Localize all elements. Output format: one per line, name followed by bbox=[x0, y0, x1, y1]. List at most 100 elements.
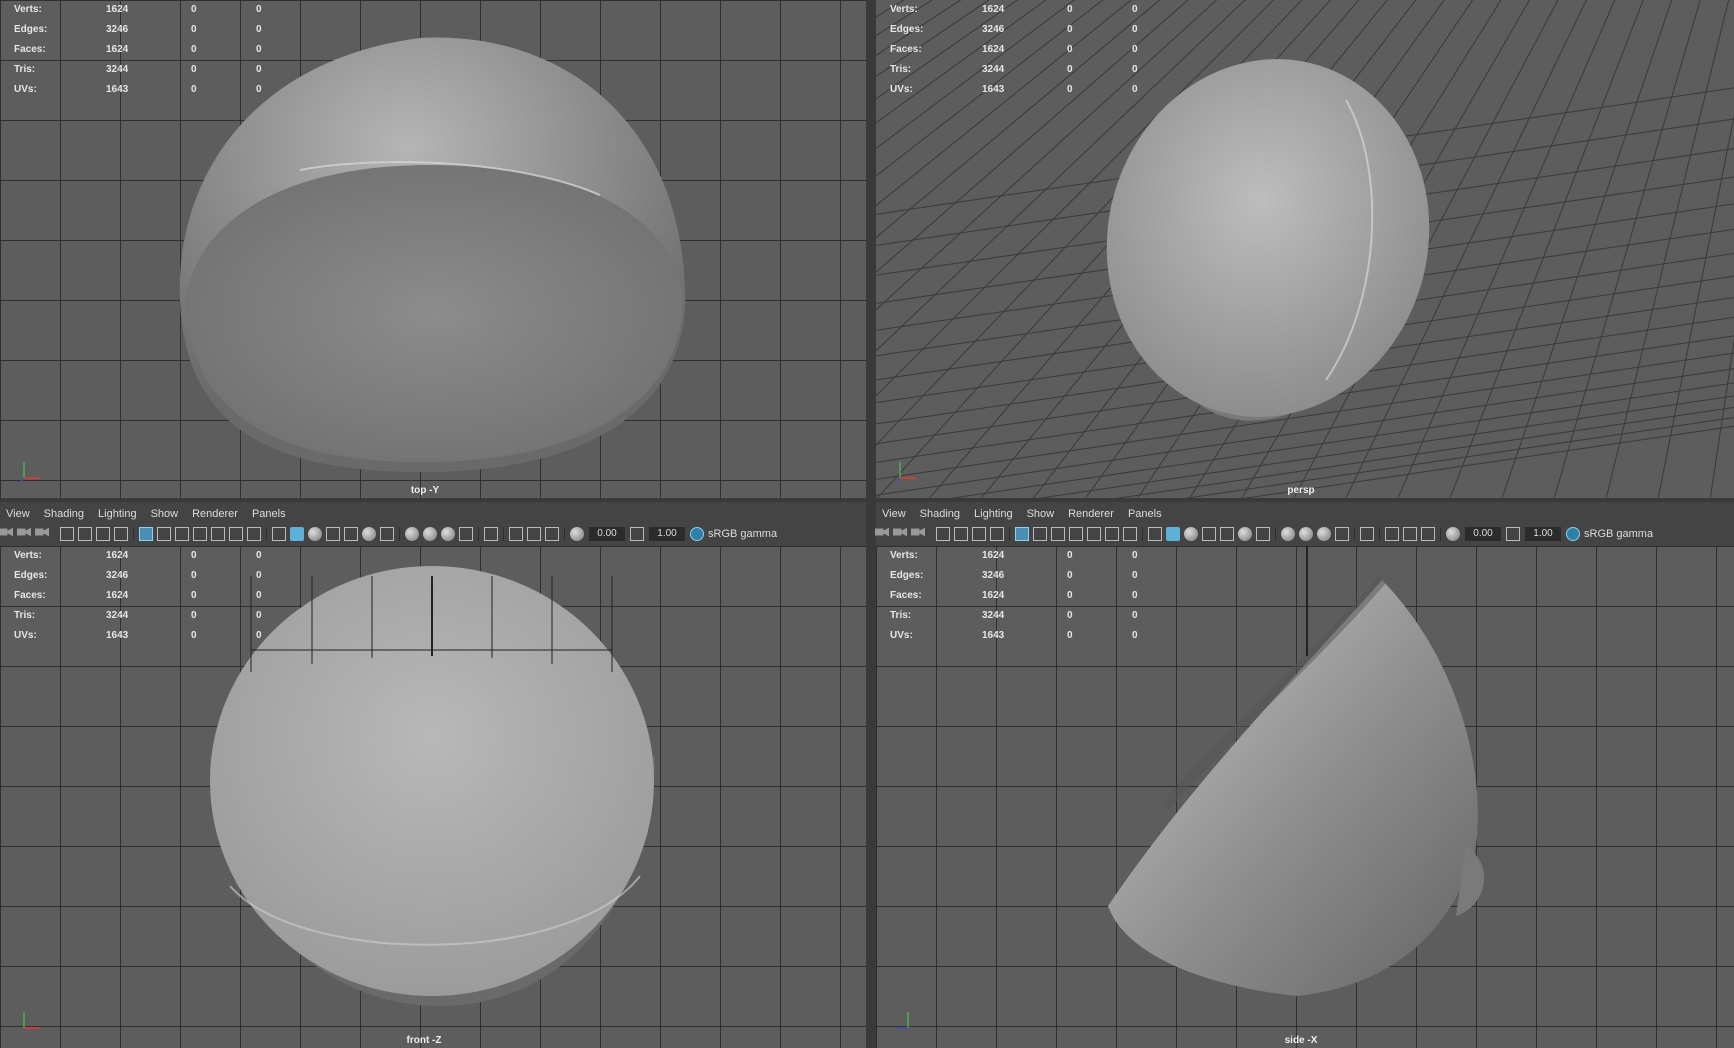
xray-joints-icon[interactable] bbox=[1421, 527, 1435, 541]
default-material-icon[interactable] bbox=[1184, 527, 1198, 541]
menu-lighting[interactable]: Lighting bbox=[98, 508, 137, 520]
toolbar-separator bbox=[133, 527, 134, 541]
viewport-divider-vertical[interactable] bbox=[866, 0, 876, 1048]
gamma-icon[interactable] bbox=[1506, 527, 1520, 541]
grid-toggle-icon[interactable] bbox=[1015, 527, 1029, 541]
screen-space-ao-icon[interactable] bbox=[405, 527, 419, 541]
grease-pencil-icon[interactable] bbox=[114, 527, 128, 541]
hud-value: 3246 bbox=[106, 570, 129, 581]
smooth-shade-icon[interactable] bbox=[1166, 527, 1180, 541]
hud-row-verts: Verts: 1624 0 0 bbox=[890, 546, 1162, 566]
shadows-icon[interactable] bbox=[1256, 527, 1270, 541]
menu-panels[interactable]: Panels bbox=[1128, 508, 1162, 520]
menu-renderer[interactable]: Renderer bbox=[192, 508, 238, 520]
select-camera-icon[interactable] bbox=[0, 527, 13, 537]
toolbar-separator bbox=[1379, 527, 1380, 541]
menu-panels[interactable]: Panels bbox=[252, 508, 286, 520]
depth-of-field-icon[interactable] bbox=[459, 527, 473, 541]
select-camera-icon[interactable] bbox=[875, 527, 889, 537]
resolution-gate-icon[interactable] bbox=[175, 527, 189, 541]
shadows-icon[interactable] bbox=[380, 527, 394, 541]
xray-icon[interactable] bbox=[509, 527, 523, 541]
hud-label: Verts: bbox=[14, 4, 42, 15]
viewport-divider-horizontal[interactable] bbox=[0, 498, 1734, 502]
gamma-field[interactable]: 1.00 bbox=[1525, 527, 1561, 541]
safe-action-icon[interactable] bbox=[1105, 527, 1119, 541]
menu-renderer[interactable]: Renderer bbox=[1068, 508, 1114, 520]
motion-blur-icon[interactable] bbox=[1299, 527, 1313, 541]
camera-attributes-icon[interactable] bbox=[35, 527, 49, 537]
xray-active-components-icon[interactable] bbox=[1403, 527, 1417, 541]
xray-active-components-icon[interactable] bbox=[527, 527, 541, 541]
textured-icon[interactable] bbox=[1220, 527, 1234, 541]
image-plane-icon[interactable] bbox=[78, 527, 92, 541]
wireframe-on-shaded-icon[interactable] bbox=[326, 527, 340, 541]
xray-joints-icon[interactable] bbox=[545, 527, 559, 541]
grease-pencil-icon[interactable] bbox=[990, 527, 1004, 541]
screen-space-ao-icon[interactable] bbox=[1281, 527, 1295, 541]
motion-blur-icon[interactable] bbox=[423, 527, 437, 541]
wireframe-icon[interactable] bbox=[1148, 527, 1162, 541]
viewport-persp[interactable]: Verts: 1624 0 0 Edges: 3246 0 0 Faces: 1624 0 0 T… bbox=[876, 0, 1734, 498]
view-transform-dropdown[interactable]: sRGB gamma bbox=[708, 528, 777, 540]
xray-icon[interactable] bbox=[1385, 527, 1399, 541]
hud-value: 0 bbox=[256, 84, 262, 95]
menu-view[interactable]: View bbox=[6, 508, 30, 520]
anti-aliasing-icon[interactable] bbox=[441, 527, 455, 541]
image-plane-icon[interactable] bbox=[954, 527, 968, 541]
viewport-side[interactable]: Verts: 1624 0 0 Edges: 3246 0 0 Faces: 1624 0 0 T… bbox=[876, 546, 1734, 1048]
field-chart-icon[interactable] bbox=[1087, 527, 1101, 541]
safe-action-icon[interactable] bbox=[229, 527, 243, 541]
textured-icon[interactable] bbox=[344, 527, 358, 541]
film-gate-icon[interactable] bbox=[1033, 527, 1047, 541]
bookmark-icon[interactable] bbox=[60, 527, 74, 541]
lock-camera-icon[interactable] bbox=[893, 527, 907, 537]
lock-camera-icon[interactable] bbox=[17, 527, 31, 537]
safe-title-icon[interactable] bbox=[1123, 527, 1137, 541]
default-material-icon[interactable] bbox=[308, 527, 322, 541]
exposure-field[interactable]: 0.00 bbox=[1465, 527, 1501, 541]
hud-value: 0 bbox=[1132, 24, 1138, 35]
hud-value: 1643 bbox=[106, 84, 129, 95]
camera-attributes-icon[interactable] bbox=[911, 527, 925, 537]
menu-show[interactable]: Show bbox=[1027, 508, 1055, 520]
two-d-pan-zoom-icon[interactable] bbox=[96, 527, 110, 541]
wireframe-icon[interactable] bbox=[272, 527, 286, 541]
exposure-icon[interactable] bbox=[570, 527, 584, 541]
menu-show[interactable]: Show bbox=[151, 508, 179, 520]
gate-mask-icon[interactable] bbox=[193, 527, 207, 541]
hud-value: 0 bbox=[1132, 4, 1138, 15]
bookmark-icon[interactable] bbox=[936, 527, 950, 541]
gamma-field[interactable]: 1.00 bbox=[649, 527, 685, 541]
safe-title-icon[interactable] bbox=[247, 527, 261, 541]
grid-toggle-icon[interactable] bbox=[139, 527, 153, 541]
two-d-pan-zoom-icon[interactable] bbox=[972, 527, 986, 541]
smooth-shade-icon[interactable] bbox=[290, 527, 304, 541]
depth-of-field-icon[interactable] bbox=[1335, 527, 1349, 541]
menu-shading[interactable]: Shading bbox=[44, 508, 84, 520]
color-management-icon[interactable] bbox=[690, 527, 704, 541]
exposure-field[interactable]: 0.00 bbox=[589, 527, 625, 541]
hud-value: 0 bbox=[191, 64, 197, 75]
menu-shading[interactable]: Shading bbox=[920, 508, 960, 520]
resolution-gate-icon[interactable] bbox=[1051, 527, 1065, 541]
use-all-lights-icon[interactable] bbox=[1238, 527, 1252, 541]
field-chart-icon[interactable] bbox=[211, 527, 225, 541]
exposure-icon[interactable] bbox=[1446, 527, 1460, 541]
isolate-select-icon[interactable] bbox=[484, 527, 498, 541]
isolate-select-icon[interactable] bbox=[1360, 527, 1374, 541]
poly-count-hud: Verts: 1624 0 0 Edges: 3246 0 0 Faces: 1624 0 0 T… bbox=[890, 546, 1162, 646]
view-transform-dropdown[interactable]: sRGB gamma bbox=[1584, 528, 1653, 540]
menu-view[interactable]: View bbox=[882, 508, 906, 520]
viewport-top[interactable]: Verts: 1624 0 0 Edges: 3246 0 0 Faces: 1624 0 0 T… bbox=[0, 0, 866, 498]
menu-lighting[interactable]: Lighting bbox=[974, 508, 1013, 520]
wireframe-on-shaded-icon[interactable] bbox=[1202, 527, 1216, 541]
viewport-front[interactable]: Verts: 1624 0 0 Edges: 3246 0 0 Faces: 1624 0 0 T… bbox=[0, 546, 866, 1048]
use-all-lights-icon[interactable] bbox=[362, 527, 376, 541]
gate-mask-icon[interactable] bbox=[1069, 527, 1083, 541]
color-management-icon[interactable] bbox=[1566, 527, 1580, 541]
film-gate-icon[interactable] bbox=[157, 527, 171, 541]
hud-label: Verts: bbox=[890, 550, 918, 561]
gamma-icon[interactable] bbox=[630, 527, 644, 541]
anti-aliasing-icon[interactable] bbox=[1317, 527, 1331, 541]
